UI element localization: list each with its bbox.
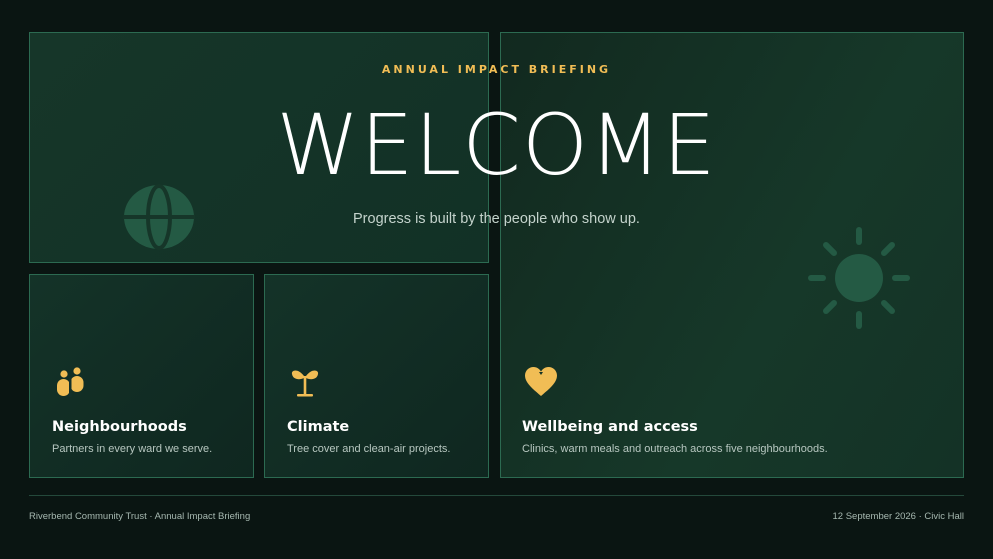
title-slide: ANNUAL IMPACT BRIEFING WELCOME Progress …	[0, 0, 993, 559]
card-description-wellbeing: Clinics, warm meals and outreach across …	[522, 443, 828, 455]
card-title-wellbeing: Wellbeing and access	[522, 419, 698, 435]
footer-organisation: Riverbend Community Trust · Annual Impac…	[29, 511, 251, 522]
eyebrow: ANNUAL IMPACT BRIEFING	[381, 63, 612, 76]
heart-icon	[525, 367, 557, 396]
people-icon	[57, 367, 84, 397]
tagline: Progress is built by the people who show…	[353, 211, 640, 227]
sun-icon	[808, 227, 910, 329]
card-description-neighbourhoods: Partners in every ward we serve.	[52, 443, 213, 455]
card-description-climate: Tree cover and clean-air projects.	[287, 443, 451, 455]
card-title-climate: Climate	[287, 419, 350, 435]
card-title-neighbourhoods: Neighbourhoods	[52, 419, 187, 435]
footer-divider	[29, 495, 964, 496]
footer-date-venue: 12 September 2026 · Civic Hall	[832, 511, 964, 522]
headline: WELCOME	[276, 96, 717, 194]
sprout-icon	[291, 370, 319, 397]
